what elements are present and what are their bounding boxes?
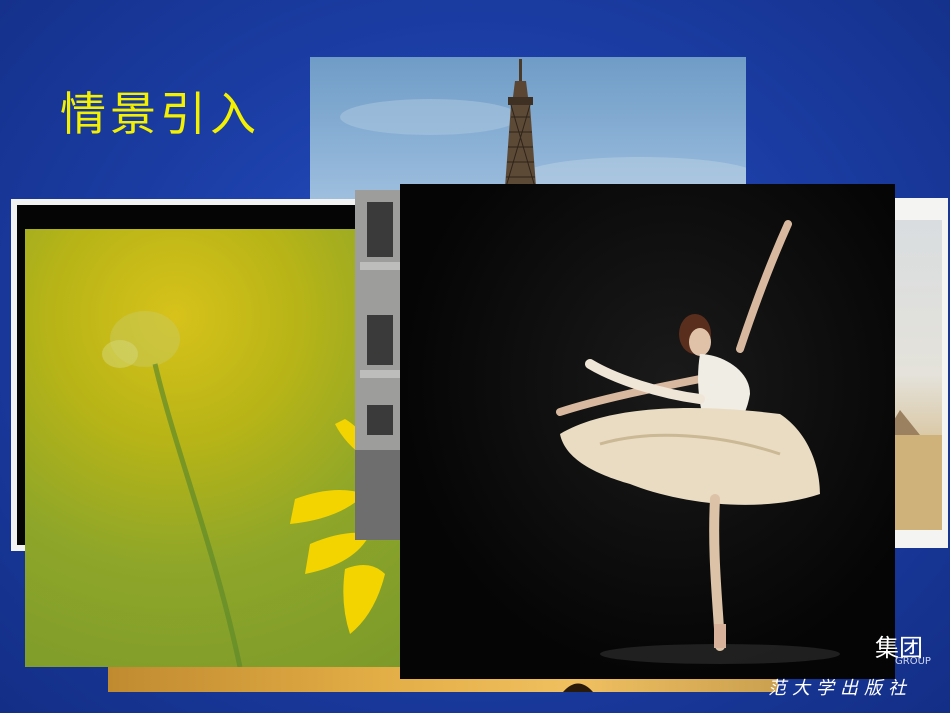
dancer-figure [556, 220, 840, 664]
slide-title: 情景引入 [60, 87, 260, 141]
flower-photo [25, 229, 400, 667]
publisher-name: 范大学出版社 [768, 678, 912, 699]
ballet-dancer-photo [400, 184, 895, 679]
publisher-logo-subtext: GROUP [895, 656, 931, 667]
